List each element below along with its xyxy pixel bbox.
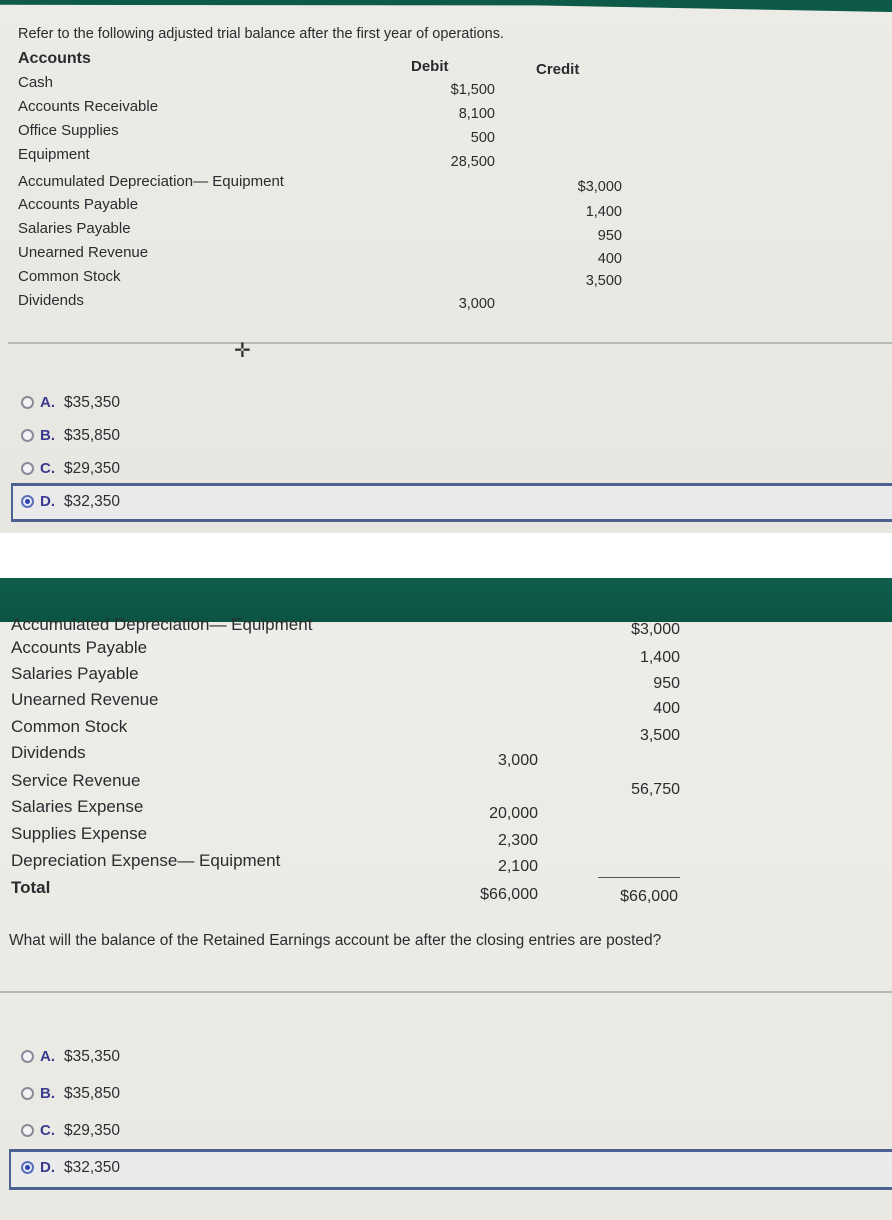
- bottom-screenshot-panel: Accumulated Depreciation— Equipment $3,00…: [0, 578, 892, 1220]
- account-name: Common Stock: [18, 268, 121, 285]
- selected-option-highlight: [9, 1149, 892, 1190]
- debit-amount: 20,000: [489, 805, 538, 822]
- move-cursor-icon: ✛: [234, 340, 251, 362]
- credit-amount: 1,400: [585, 204, 622, 220]
- credit-amount: $3,000: [631, 621, 680, 638]
- debit-amount: 8,100: [458, 106, 495, 122]
- option-letter: A.: [40, 1048, 55, 1065]
- option-value: $29,350: [64, 460, 121, 477]
- option-value: $35,350: [64, 1048, 121, 1065]
- credit-amount: 950: [653, 675, 680, 692]
- account-name: Service Revenue: [11, 771, 141, 790]
- account-name: Salaries Payable: [18, 220, 131, 237]
- question-text: What will the balance of the Retained Ea…: [9, 932, 662, 949]
- credit-amount: 3,500: [585, 273, 622, 289]
- radio-unchecked-icon[interactable]: [21, 1087, 34, 1100]
- account-name: Salaries Payable: [11, 664, 139, 683]
- account-name: Equipment: [18, 146, 90, 163]
- account-name: Accounts Receivable: [18, 98, 159, 115]
- credit-amount: 1,400: [639, 649, 680, 666]
- credit-amount: 400: [653, 700, 680, 717]
- debit-amount: $1,500: [450, 82, 495, 98]
- accounts-header: Accounts: [18, 50, 91, 67]
- debit-header: Debit: [411, 58, 449, 75]
- total-underline: [598, 877, 680, 878]
- radio-unchecked-icon[interactable]: [21, 462, 34, 475]
- account-name: Office Supplies: [18, 122, 119, 139]
- option-value: $35,350: [64, 394, 121, 411]
- option-letter: A.: [40, 394, 55, 411]
- debit-amount: 2,100: [497, 858, 538, 875]
- radio-unchecked-icon[interactable]: [21, 429, 34, 442]
- option-value: $35,850: [64, 427, 121, 444]
- option-letter: D.: [40, 1159, 55, 1176]
- credit-amount: 56,750: [631, 781, 680, 798]
- top-screenshot-panel: Refer to the following adjusted trial ba…: [0, 0, 892, 533]
- account-name: Dividends: [18, 292, 84, 309]
- account-name: Salaries Expense: [11, 797, 144, 816]
- option-letter: D.: [40, 493, 55, 510]
- section-divider: [0, 991, 892, 993]
- credit-amount: 400: [597, 251, 622, 267]
- account-name: Unearned Revenue: [18, 244, 149, 261]
- debit-amount: 2,300: [497, 832, 538, 849]
- account-name: Dividends: [11, 743, 86, 762]
- radio-unchecked-icon[interactable]: [21, 1124, 34, 1137]
- option-value: $32,350: [64, 493, 121, 510]
- account-name: Accumulated Depreciation— Equipment: [18, 173, 284, 190]
- radio-checked-icon[interactable]: [21, 1161, 34, 1174]
- account-name: Common Stock: [11, 717, 128, 736]
- option-value: $29,350: [64, 1122, 121, 1139]
- account-name: Accounts Payable: [18, 196, 139, 213]
- radio-checked-icon[interactable]: [21, 495, 34, 508]
- debit-amount: 3,000: [458, 296, 495, 312]
- total-credit: $66,000: [620, 888, 678, 905]
- radio-unchecked-icon[interactable]: [21, 1050, 34, 1063]
- total-label: Total: [11, 878, 51, 897]
- option-letter: C.: [40, 460, 55, 477]
- option-letter: B.: [40, 1085, 55, 1102]
- account-name: Depreciation Expense— Equipment: [11, 851, 281, 870]
- option-letter: B.: [40, 427, 55, 444]
- account-name: Accumulated Depreciation— Equipment: [11, 615, 313, 634]
- debit-amount: 28,500: [450, 154, 495, 170]
- debit-amount: 3,000: [497, 752, 538, 769]
- option-letter: C.: [40, 1122, 55, 1139]
- option-value: $35,850: [64, 1085, 121, 1102]
- total-debit: $66,000: [480, 886, 538, 903]
- section-divider: [8, 342, 892, 344]
- header-bar: [0, 0, 892, 12]
- debit-amount: 500: [470, 130, 495, 146]
- intro-text: Refer to the following adjusted trial ba…: [18, 26, 505, 42]
- account-name: Unearned Revenue: [11, 690, 159, 709]
- radio-unchecked-icon[interactable]: [21, 396, 34, 409]
- option-value: $32,350: [64, 1159, 121, 1176]
- credit-amount: 950: [597, 228, 622, 244]
- credit-amount: $3,000: [577, 179, 622, 195]
- account-name: Cash: [18, 74, 54, 91]
- selected-option-highlight: [11, 483, 892, 522]
- credit-header: Credit: [536, 61, 580, 78]
- account-name: Accounts Payable: [11, 638, 148, 657]
- credit-amount: 3,500: [639, 727, 680, 744]
- account-name: Supplies Expense: [11, 824, 148, 843]
